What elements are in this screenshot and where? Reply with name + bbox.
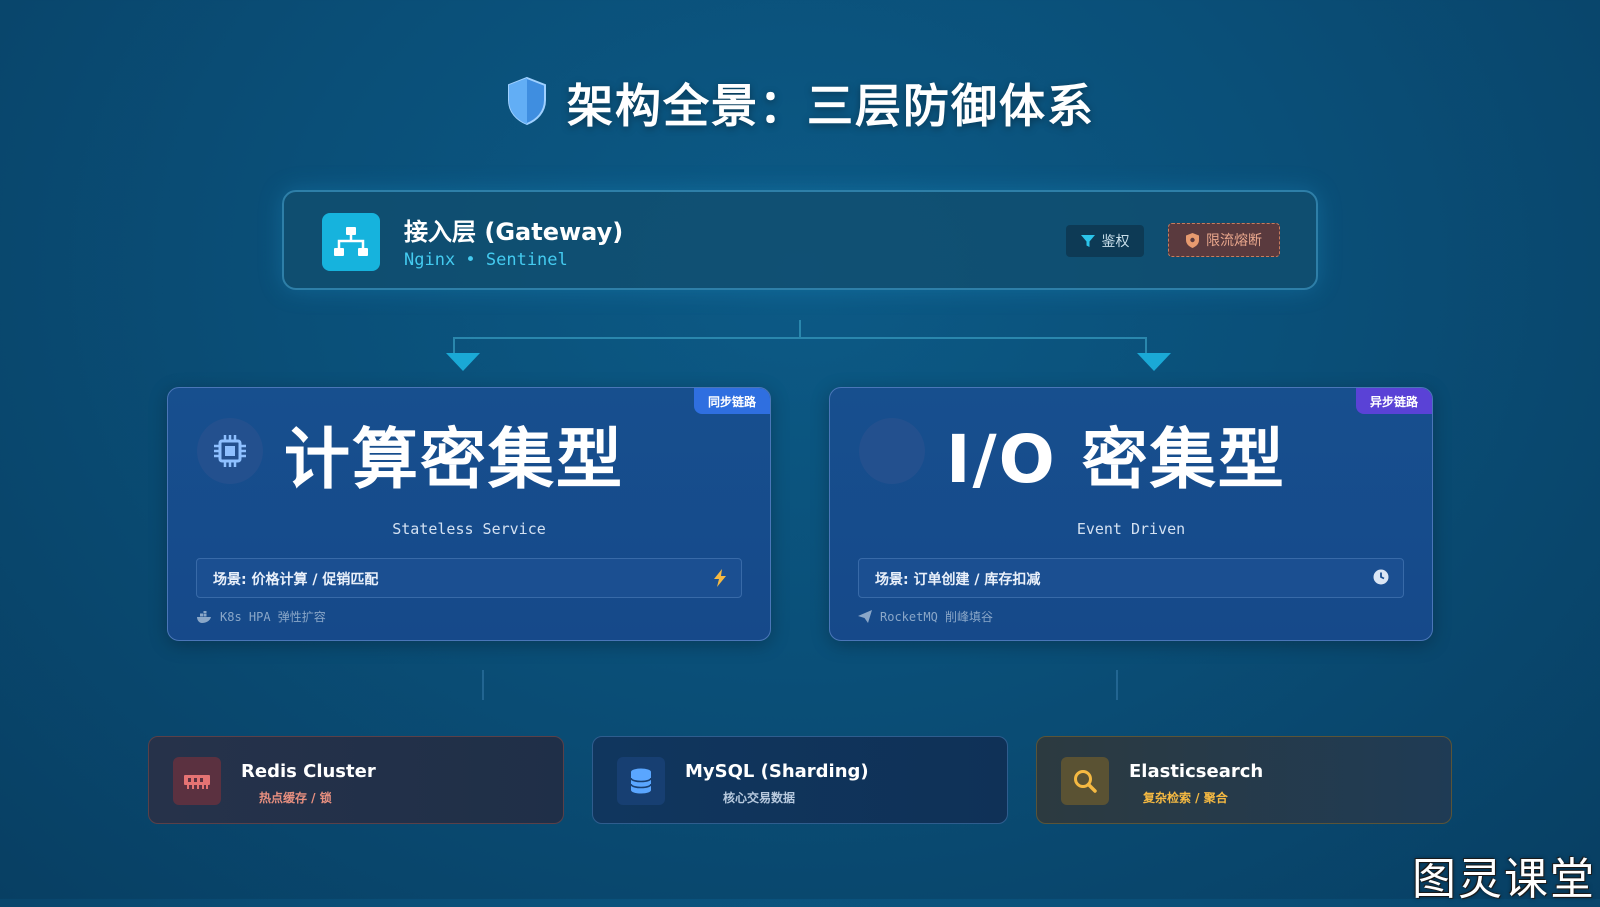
io-title: I/O 密集型 (946, 421, 1286, 498)
sitemap-icon (322, 213, 380, 271)
redis-desc: 热点缓存 / 锁 (259, 791, 332, 805)
gateway-subtitle: Nginx • Sentinel (404, 250, 568, 270)
auth-badge: 鉴权 (1066, 225, 1144, 257)
title-row: 架构全景：三层防御体系 (0, 70, 1600, 136)
page-title: 架构全景：三层防御体系 (567, 79, 1095, 133)
paper-plane-icon (858, 610, 872, 623)
elasticsearch-card: Elasticsearch 复杂检索 / 聚合 (1036, 736, 1452, 824)
io-footer-text: RocketMQ 削峰填谷 (880, 610, 994, 624)
rate-limit-label: 限流熔断 (1206, 233, 1262, 249)
search-icon (1061, 757, 1109, 805)
elasticsearch-title: Elasticsearch (1129, 761, 1264, 782)
shield-small-icon (1186, 232, 1199, 248)
filter-icon (1080, 234, 1095, 247)
sync-tag: 同步链路 (693, 388, 770, 414)
io-circle-icon (859, 418, 925, 484)
compute-intensive-card: 同步链路 计算密集型 Stateless Service 场景: 价格计算 / … (167, 387, 771, 641)
mysql-desc: 核心交易数据 (723, 791, 796, 805)
cpu-icon (197, 418, 263, 484)
async-tag: 异步链路 (1355, 388, 1432, 414)
io-scene-text: 场景: 订单创建 / 库存扣减 (875, 572, 1041, 588)
watermark: 图灵课堂 (1412, 854, 1596, 905)
compute-scene-text: 场景: 价格计算 / 促销匹配 (213, 572, 379, 588)
connector-to-storage-left (482, 670, 484, 700)
connector-to-storage-right (1116, 670, 1118, 700)
connector-trunk (799, 320, 801, 338)
gateway-layer-card: 接入层 (Gateway) Nginx • Sentinel 鉴权 限流熔断 (282, 190, 1318, 290)
io-caption: Event Driven (1076, 520, 1186, 538)
compute-caption: Stateless Service (392, 520, 546, 538)
auth-badge-label: 鉴权 (1101, 234, 1130, 250)
redis-cluster-card: Redis Cluster 热点缓存 / 锁 (148, 736, 564, 824)
mysql-title: MySQL (Sharding) (685, 761, 869, 782)
memory-icon (173, 757, 221, 805)
rate-limit-badge: 限流熔断 (1168, 223, 1280, 257)
bolt-icon (714, 569, 726, 587)
io-scene-box: 场景: 订单创建 / 库存扣减 (858, 558, 1404, 598)
compute-footer-text: K8s HPA 弹性扩容 (220, 610, 326, 624)
clock-icon (1373, 569, 1389, 585)
shield-icon (505, 76, 549, 130)
gateway-title: 接入层 (Gateway) (404, 218, 624, 246)
elasticsearch-desc: 复杂检索 / 聚合 (1143, 791, 1228, 805)
connector-horizontal (453, 337, 1147, 339)
compute-title: 计算密集型 (284, 421, 624, 498)
io-intensive-card: 异步链路 I/O 密集型 Event Driven 场景: 订单创建 / 库存扣… (829, 387, 1433, 641)
arrow-down-left-icon (446, 353, 480, 371)
redis-title: Redis Cluster (241, 761, 376, 782)
database-icon (617, 757, 665, 805)
mysql-sharding-card: MySQL (Sharding) 核心交易数据 (592, 736, 1008, 824)
docker-icon (197, 610, 211, 623)
compute-footer: K8s HPA 弹性扩容 (196, 608, 326, 625)
compute-scene-box: 场景: 价格计算 / 促销匹配 (196, 558, 742, 598)
io-footer: RocketMQ 削峰填谷 (858, 608, 993, 625)
arrow-down-right-icon (1137, 353, 1171, 371)
